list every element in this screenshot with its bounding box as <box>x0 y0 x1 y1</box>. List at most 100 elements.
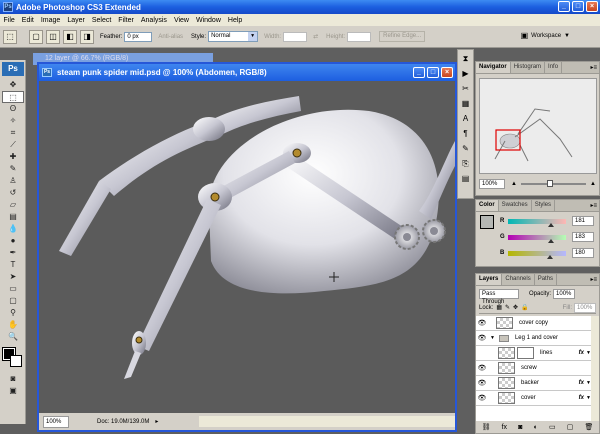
expand-triangle-icon[interactable]: ▼ <box>490 335 495 341</box>
info-panel-icon[interactable]: ▤ <box>459 173 472 185</box>
tab-layers[interactable]: Layers <box>476 274 503 285</box>
layer-row[interactable]: 👁 cover fx ▼ <box>476 391 592 406</box>
menu-filter[interactable]: Filter <box>115 17 138 24</box>
blue-slider-marker[interactable] <box>547 254 553 259</box>
fill-field[interactable]: 100% <box>574 302 596 313</box>
subtract-selection-icon[interactable]: ◧ <box>63 29 77 44</box>
lasso-tool-icon[interactable]: ʘ <box>2 103 24 115</box>
document-canvas[interactable] <box>39 81 455 413</box>
eye-icon[interactable]: 👁 <box>476 394 488 402</box>
eye-icon[interactable]: 👁 <box>476 379 488 387</box>
menu-image[interactable]: Image <box>37 17 63 24</box>
zoom-in-icon[interactable]: ▲ <box>590 181 596 187</box>
new-selection-icon[interactable]: ▢ <box>29 29 43 44</box>
screen-mode-icon[interactable]: ▣ <box>2 385 24 397</box>
document-title-bar[interactable]: Ps steam punk spider mid.psd @ 100% (Abd… <box>39 64 455 81</box>
tab-channels[interactable]: Channels <box>502 274 535 285</box>
tab-histogram[interactable]: Histogram <box>511 62 546 73</box>
color-swatches[interactable] <box>2 347 24 369</box>
paragraph-panel-icon[interactable]: ¶ <box>459 128 472 140</box>
panel-menu-icon[interactable]: ▸≡ <box>590 276 597 283</box>
document-info[interactable]: Doc: 19.0M/139.0M <box>97 419 149 425</box>
layer-row[interactable]: 👁 screw <box>476 361 592 376</box>
document-close-button[interactable]: × <box>441 67 453 78</box>
intersect-selection-icon[interactable]: ◨ <box>80 29 94 44</box>
zoom-slider-knob[interactable] <box>546 180 553 187</box>
tab-paths[interactable]: Paths <box>535 274 558 285</box>
feather-input[interactable]: 0 px <box>124 31 153 42</box>
character-panel-icon[interactable]: A <box>459 113 472 125</box>
hand-tool-icon[interactable]: ✋ <box>2 319 24 331</box>
lock-position-icon[interactable]: ✥ <box>513 304 518 311</box>
workspace-control[interactable]: ▣ Workspace ▼ <box>521 31 570 40</box>
blur-tool-icon[interactable]: 💧 <box>2 223 24 235</box>
tool-presets-icon[interactable]: ✂ <box>459 83 472 95</box>
current-color-swatch[interactable] <box>480 215 494 229</box>
add-selection-icon[interactable]: ◫ <box>46 29 60 44</box>
lock-all-icon[interactable]: 🔒 <box>521 304 528 311</box>
brushes-panel-icon[interactable]: ✎ <box>459 143 472 155</box>
document-zoom-field[interactable]: 100% <box>43 415 69 428</box>
blue-value-field[interactable]: 180 <box>572 248 594 258</box>
quick-mask-icon[interactable]: ◙ <box>2 373 24 385</box>
tab-info[interactable]: Info <box>545 62 563 73</box>
red-slider-marker[interactable] <box>548 222 554 227</box>
tab-swatches[interactable]: Swatches <box>499 200 532 211</box>
add-mask-icon[interactable]: ◙ <box>518 424 522 431</box>
menu-layer[interactable]: Layer <box>64 17 89 24</box>
panel-menu-icon[interactable]: ▸≡ <box>590 64 597 71</box>
menu-view[interactable]: View <box>170 17 192 24</box>
move-tool-icon[interactable]: ✥ <box>2 79 24 91</box>
marquee-tool-icon[interactable]: ⬚ <box>2 91 24 103</box>
maximize-button[interactable]: □ <box>572 1 584 12</box>
brush-tool-icon[interactable]: ✎ <box>2 163 24 175</box>
green-slider-marker[interactable] <box>548 238 554 243</box>
clone-stamp-icon[interactable]: ♙ <box>2 175 24 187</box>
zoom-out-icon[interactable]: ▲ <box>511 181 517 187</box>
layer-effects-icon[interactable]: fx <box>579 350 584 356</box>
layers-scrollbar[interactable] <box>591 316 599 422</box>
zoom-slider[interactable] <box>520 180 587 187</box>
history-brush-icon[interactable]: ↺ <box>2 187 24 199</box>
red-value-field[interactable]: 181 <box>572 216 594 226</box>
layer-group-row[interactable]: 👁 ▼ Leg 1 and cover <box>476 331 592 346</box>
width-input[interactable] <box>283 31 308 42</box>
eye-icon[interactable]: 👁 <box>476 334 488 342</box>
new-group-icon[interactable]: ▭ <box>549 423 556 431</box>
menu-help[interactable]: Help <box>224 17 245 24</box>
swap-icon[interactable]: ⇄ <box>313 33 318 40</box>
lock-image-icon[interactable]: ✎ <box>505 304 510 311</box>
eyedropper-tool-icon[interactable]: ⚲ <box>2 307 24 319</box>
antialias-checkbox[interactable]: Anti-alias <box>158 34 183 40</box>
eraser-tool-icon[interactable]: ▱ <box>2 199 24 211</box>
layer-row[interactable]: lines fx ▼ <box>476 346 592 361</box>
red-slider[interactable] <box>508 218 566 227</box>
tab-navigator[interactable]: Navigator <box>476 62 511 73</box>
menu-analysis[interactable]: Analysis <box>137 17 170 24</box>
document-minimize-button[interactable]: _ <box>413 67 425 78</box>
zoom-tool-icon[interactable]: 🔍 <box>2 331 24 343</box>
layer-comps-icon[interactable]: ▦ <box>459 98 472 110</box>
menu-edit[interactable]: Edit <box>18 17 37 24</box>
pen-tool-icon[interactable]: ✒ <box>2 247 24 259</box>
minimize-button[interactable]: _ <box>558 1 570 12</box>
marquee-tool-preset-button[interactable]: ⬚ <box>3 29 17 44</box>
navigator-thumbnail[interactable] <box>479 78 597 174</box>
eye-icon[interactable]: 👁 <box>476 319 488 327</box>
style-select[interactable]: Normal ▼ <box>208 31 259 42</box>
blue-slider[interactable] <box>508 250 566 259</box>
menu-window[interactable]: Window <box>192 17 224 24</box>
trash-icon[interactable]: 🗑 <box>584 423 593 431</box>
history-panel-icon[interactable]: ⧗ <box>459 53 472 65</box>
status-menu-arrow-icon[interactable]: ▸ <box>155 418 158 425</box>
bridge-icon[interactable]: ▣ <box>521 31 529 40</box>
path-selection-icon[interactable]: ➤ <box>2 271 24 283</box>
shape-tool-icon[interactable]: ▭ <box>2 283 24 295</box>
green-value-field[interactable]: 183 <box>572 232 594 242</box>
document-maximize-button[interactable]: □ <box>427 67 439 78</box>
navigator-zoom-field[interactable]: 100% <box>479 179 505 189</box>
panel-menu-icon[interactable]: ▸≡ <box>590 202 597 209</box>
clone-source-icon[interactable]: ⎘ <box>459 158 472 170</box>
link-layers-icon[interactable]: ⛓ <box>482 423 491 431</box>
healing-brush-icon[interactable]: ✚ <box>2 151 24 163</box>
